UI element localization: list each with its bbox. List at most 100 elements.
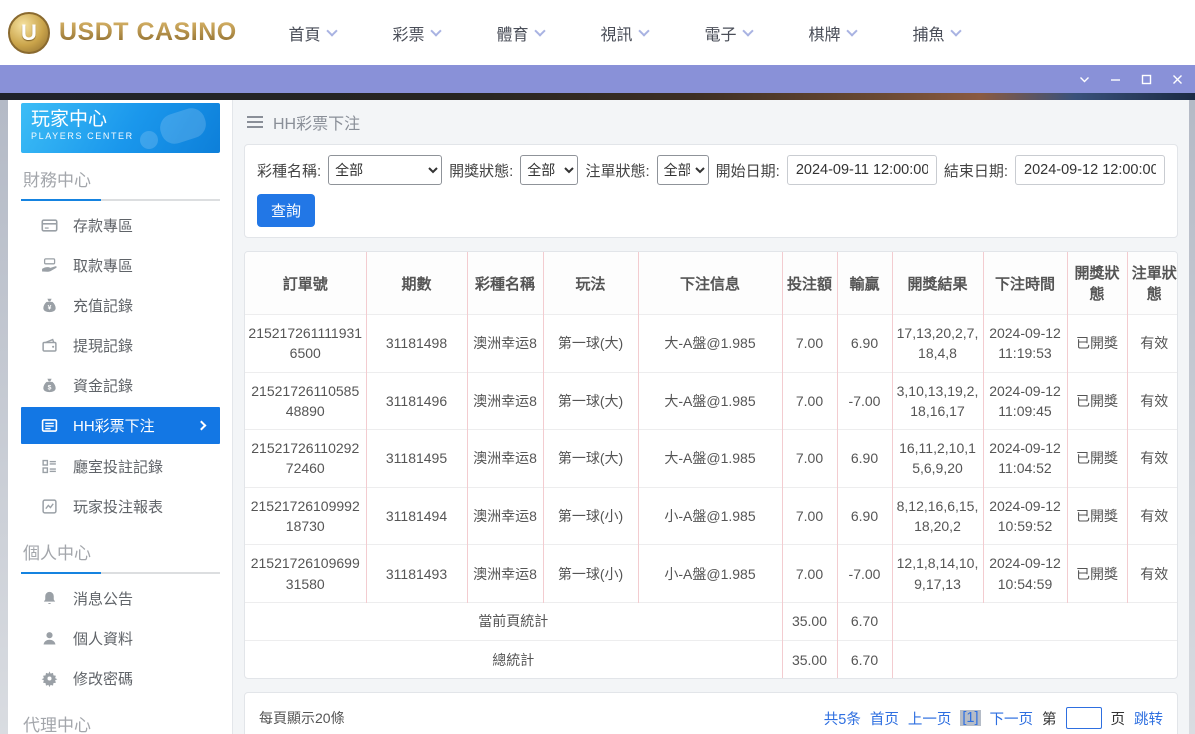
sidebar-item-消息公告[interactable]: 消息公告 [21, 578, 220, 618]
sidebar: 玩家中心 PLAYERS CENTER 財務中心存款專區取款專區 ¥ 充值記錄 提現記… [8, 100, 233, 734]
sidebar-item-玩家投注報表[interactable]: 玩家投注報表 [21, 486, 220, 526]
summary-winloss-total: 6.70 [836, 639, 892, 679]
table-cell: 31181493 [365, 544, 467, 603]
nav-item-3[interactable]: 體育 [468, 21, 572, 45]
table-cell: 2152172610999218730 [245, 486, 366, 545]
table-cell: 16,11,2,10,15,6,9,20 [891, 429, 983, 488]
window-close-icon[interactable] [1162, 65, 1193, 93]
sidebar-header: 玩家中心 PLAYERS CENTER [21, 103, 220, 153]
table-cell: -7.00 [836, 544, 892, 603]
order-status-select[interactable]: 全部 [656, 155, 709, 185]
lottery-name-select[interactable]: 全部 [328, 155, 443, 185]
brand-name: USDT CASINO [59, 18, 237, 46]
window-frame: 玩家中心 PLAYERS CENTER 財務中心存款專區取款專區 ¥ 充值記錄 提現記… [0, 100, 1195, 734]
table-row: 2152172610969931580 31181493 澳洲幸运8 第一球(小) 小-… [245, 544, 1177, 603]
sidebar-section-label: 財務中心 [23, 171, 91, 190]
table-cell: 有效 [1126, 544, 1177, 603]
page-size-text: 每頁顯示20條 [259, 710, 345, 727]
draw-status-select[interactable]: 全部 [520, 155, 579, 185]
table-cell: 7.00 [781, 314, 837, 373]
jump-button[interactable]: 跳转 [1134, 708, 1163, 729]
sidebar-item-廳室投註記錄[interactable]: 廳室投註記錄 [21, 446, 220, 486]
pager: 共5条 首页 上一页 [1] 下一页 第 页 跳转 [824, 707, 1163, 730]
table-cell: 31181498 [365, 314, 467, 373]
nav-item-5[interactable]: 電子 [676, 21, 780, 45]
table-cell: 已開獎 [1066, 429, 1127, 488]
coin-bag-icon: $ [41, 377, 58, 394]
sidebar-item-label: 玩家投注報表 [73, 498, 164, 516]
end-date-input[interactable] [1015, 155, 1165, 185]
chevron-right-icon [196, 420, 207, 431]
sidebar-item-取款專區[interactable]: 取款專區 [21, 245, 220, 285]
summary-row: 總統計 35.00 6.70 [245, 639, 1177, 679]
table-cell: 8,12,16,6,15,18,20,2 [891, 486, 983, 545]
window-edge-left [0, 100, 8, 734]
sidebar-item-修改密碼[interactable]: 修改密碼 [21, 658, 220, 698]
column-header: 下注時間 [982, 252, 1067, 315]
nav-item-7[interactable]: 捕魚 [884, 21, 988, 45]
hamburger-menu-icon[interactable] [247, 116, 263, 128]
window-maximize-icon[interactable] [1131, 65, 1162, 93]
table-cell: 澳洲幸运8 [466, 429, 543, 488]
chevron-down-icon [429, 24, 442, 37]
sidebar-item-label: 廳室投註記錄 [73, 458, 164, 476]
sidebar-item-label: 充值記錄 [73, 297, 134, 315]
table-cell: 小-A盤@1.985 [637, 486, 782, 545]
nav-item-1[interactable]: 首頁 [260, 21, 364, 45]
sidebar-item-個人資料[interactable]: 個人資料 [21, 618, 220, 658]
table-cell: 31181496 [365, 371, 467, 430]
sidebar-item-存款專區[interactable]: 存款專區 [21, 205, 220, 245]
filter-panel: 彩種名稱: 全部 開獎狀態: 全部 注單狀態: 全部 開始日期: 結束日期: 查… [244, 144, 1178, 238]
summary-label: 總統計 [245, 639, 782, 679]
jump-prefix-label: 第 [1042, 711, 1057, 728]
table-cell: 2152172611029272460 [245, 429, 366, 488]
sidebar-section-label: 代理中心 [23, 716, 91, 734]
page-title: HH彩票下注 [273, 116, 361, 133]
gear-icon [41, 670, 58, 687]
table-cell: 31181495 [365, 429, 467, 488]
first-page-link[interactable]: 首页 [870, 708, 899, 729]
svg-text:$: $ [48, 384, 52, 391]
window-minimize-icon[interactable] [1100, 65, 1131, 93]
sidebar-item-label: 資金記錄 [73, 377, 134, 395]
top-site-bar: U USDT CASINO 首頁 彩票 體育 視訊 電子 棋牌 捕魚 [0, 0, 1195, 65]
column-header: 輸贏 [836, 252, 892, 315]
current-page-indicator: [1] [960, 710, 981, 727]
table-cell: 澳洲幸运8 [466, 371, 543, 430]
sidebar-item-資金記錄[interactable]: $ 資金記錄 [21, 365, 220, 405]
table-cell: 第一球(大) [542, 429, 638, 488]
nav-item-label: 首頁 [288, 26, 321, 44]
user-icon [41, 630, 58, 647]
sidebar-item-HH彩票下注[interactable]: HH彩票下注 [21, 407, 220, 444]
wallet-cash-icon [41, 337, 58, 354]
nav-item-label: 棋牌 [808, 26, 841, 44]
start-date-input[interactable] [786, 155, 937, 185]
breadcrumb: HH彩票下注 [233, 100, 1189, 144]
ticket-list-icon [41, 417, 58, 434]
nav-item-4[interactable]: 視訊 [572, 21, 676, 45]
window-chevron-down-icon[interactable] [1069, 65, 1100, 93]
search-button[interactable]: 查詢 [257, 194, 316, 227]
jump-page-input[interactable] [1065, 707, 1102, 730]
table-cell: 第一球(小) [542, 486, 638, 545]
nav-item-2[interactable]: 彩票 [364, 21, 468, 45]
sidebar-item-label: 修改密碼 [73, 670, 134, 688]
next-page-link[interactable]: 下一页 [990, 708, 1034, 729]
table-cell: 第一球(大) [542, 314, 638, 373]
top-nav: 首頁 彩票 體育 視訊 電子 棋牌 捕魚 [260, 21, 988, 45]
table-cell: 7.00 [781, 544, 837, 603]
column-header: 訂單號 [245, 252, 366, 315]
brand-logo-icon: U [8, 11, 50, 54]
sidebar-item-label: 取款專區 [73, 257, 134, 275]
table-cell: 2024-09-12 10:54:59 [982, 544, 1067, 603]
sidebar-item-提現記錄[interactable]: 提現記錄 [21, 325, 220, 365]
section-divider [21, 572, 220, 574]
brand: U USDT CASINO [0, 11, 248, 54]
chevron-down-icon [533, 24, 546, 37]
summary-row: 當前頁統計 35.00 6.70 [245, 601, 1177, 641]
prev-page-link[interactable]: 上一页 [908, 708, 952, 729]
sidebar-item-充值記錄[interactable]: ¥ 充值記錄 [21, 285, 220, 325]
chevron-down-icon [741, 24, 754, 37]
window-titlebar [0, 65, 1195, 93]
nav-item-6[interactable]: 棋牌 [780, 21, 884, 45]
